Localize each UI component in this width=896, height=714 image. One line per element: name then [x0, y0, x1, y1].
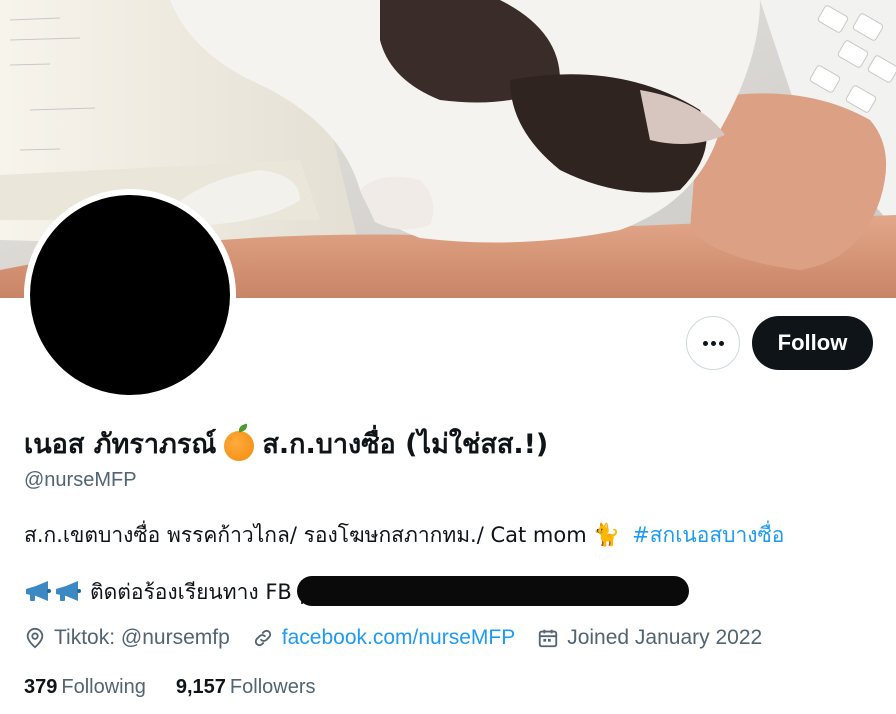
- profile-page: Follow เนอส ภัทราภรณ์ ส.ก.บางซื่อ (ไม่ใช…: [0, 0, 896, 714]
- profile-avatar[interactable]: [24, 189, 236, 401]
- profile-website[interactable]: facebook.com/nurseMFP: [252, 626, 515, 650]
- location-text: Tiktok: @nursemfp: [54, 626, 230, 649]
- following-label: Following: [61, 676, 146, 698]
- profile-location: Tiktok: @nursemfp: [24, 626, 230, 650]
- website-link[interactable]: facebook.com/nurseMFP: [282, 626, 515, 650]
- join-date-text: Joined January 2022: [567, 626, 763, 649]
- link-icon: [254, 629, 271, 647]
- followers-link[interactable]: 9,157 Followers: [176, 676, 316, 699]
- profile-meta-row: Tiktok: @nursemfp facebook.com/nurseMFP …: [24, 626, 784, 650]
- display-name-part1: เนอส ภัทราภรณ์: [24, 429, 217, 460]
- redaction-bar: [297, 576, 689, 606]
- follow-stats: 379 Following 9,157 Followers: [24, 676, 346, 699]
- contact-text: ติดต่อร้องเรียนทาง FB |: [90, 579, 306, 604]
- followers-count: 9,157: [175, 676, 226, 698]
- megaphone-icon: [54, 581, 82, 603]
- more-options-button[interactable]: [686, 316, 740, 370]
- followers-label: Followers: [229, 676, 316, 698]
- display-name-part2: ส.ก.บางซื่อ (ไม่ใช่สส.!): [262, 429, 549, 460]
- more-horizontal-icon: [702, 340, 724, 346]
- location-pin-icon: [26, 627, 44, 649]
- bio-text: ส.ก.เขตบางซื่อ พรรคก้าวไกล/ รองโฆษกสภากท…: [24, 523, 587, 547]
- profile-display-name: เนอส ภัทราภรณ์ ส.ก.บางซื่อ (ไม่ใช่สส.!): [24, 422, 548, 465]
- profile-join-date: Joined January 2022: [537, 626, 762, 650]
- bio-hashtag-link[interactable]: #สกเนอสบางซื่อ: [632, 519, 784, 552]
- bio-contact-line: ติดต่อร้องเรียนทาง FB |: [24, 577, 306, 607]
- calendar-icon: [539, 629, 558, 648]
- cat-emoji-icon: 🐈: [592, 523, 621, 548]
- orange-emoji-icon: [224, 430, 255, 461]
- following-link[interactable]: 379 Following: [24, 676, 146, 699]
- profile-handle: @nurseMFP: [24, 469, 137, 491]
- follow-button[interactable]: Follow: [752, 316, 873, 370]
- following-count: 379: [24, 676, 58, 698]
- profile-bio: ส.ก.เขตบางซื่อ พรรคก้าวไกล/ รองโฆษกสภากท…: [24, 519, 784, 552]
- megaphone-icon: [24, 581, 52, 603]
